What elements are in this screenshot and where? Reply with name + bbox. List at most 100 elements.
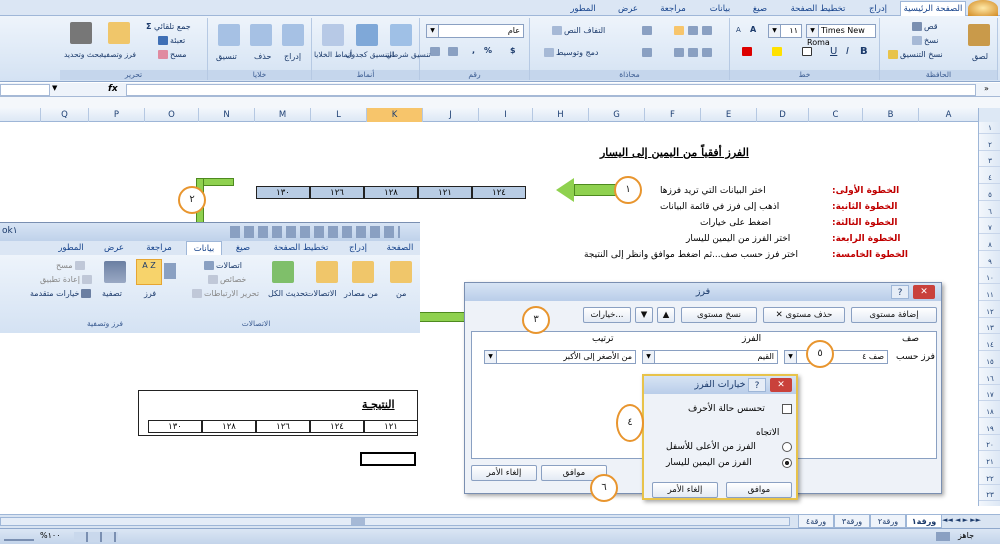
move-up-button[interactable]: ▲ bbox=[657, 307, 675, 323]
order-select[interactable]: ▼ من الأصغر إلى الأكبر bbox=[484, 350, 636, 364]
sort-button[interactable]: فرز bbox=[144, 289, 156, 298]
zoom-level[interactable]: %١٠٠ bbox=[40, 531, 61, 540]
inset-tab-insert[interactable]: إدراج bbox=[340, 241, 376, 255]
align-left-icon[interactable] bbox=[674, 48, 684, 57]
column-header-g[interactable]: G bbox=[588, 108, 644, 122]
tab-review[interactable]: مراجعة bbox=[650, 2, 696, 16]
insert-cells-icon[interactable] bbox=[282, 24, 304, 46]
align-center-icon[interactable] bbox=[688, 48, 698, 57]
sort-az-icon[interactable]: A Z bbox=[136, 259, 162, 285]
shrink-font-button[interactable]: A bbox=[736, 26, 741, 34]
inset-tab-formulas[interactable]: صيغ bbox=[226, 241, 260, 255]
row-header-18[interactable]: ١٨ bbox=[979, 406, 1000, 418]
column-header-a[interactable]: A bbox=[918, 108, 978, 122]
format-cells-icon[interactable] bbox=[218, 24, 240, 46]
reapply-button[interactable]: إعادة تطبيق bbox=[40, 275, 94, 284]
row-header-4[interactable]: ٤ bbox=[979, 172, 1000, 185]
row-header-5[interactable]: ٥ bbox=[979, 189, 1000, 201]
insert-button[interactable]: إدراج bbox=[284, 52, 301, 61]
row-header-11[interactable]: ١١ bbox=[979, 289, 1000, 301]
refresh-all-button[interactable]: تحديث الكل bbox=[268, 289, 307, 298]
from-button[interactable]: من bbox=[396, 289, 406, 298]
row-header-8[interactable]: ٨ bbox=[979, 239, 1000, 251]
row-header-17[interactable]: ١٧ bbox=[979, 389, 1000, 402]
row-header-19[interactable]: ١٩ bbox=[979, 423, 1000, 435]
italic-button[interactable]: I bbox=[846, 46, 849, 57]
decrease-decimal-icon[interactable] bbox=[430, 47, 440, 56]
sort-filter-icon[interactable] bbox=[108, 22, 130, 44]
scroll-thumb[interactable] bbox=[351, 518, 365, 525]
currency-button[interactable]: $ bbox=[510, 46, 516, 55]
inset-tab-view[interactable]: عرض bbox=[96, 241, 132, 255]
percent-button[interactable]: % bbox=[484, 46, 492, 55]
close-icon[interactable]: ✕ bbox=[770, 378, 792, 392]
row-header-10[interactable]: ١٠ bbox=[979, 272, 1000, 285]
clear-button[interactable]: مسح bbox=[156, 50, 187, 59]
font-name-select[interactable]: ▼ Times New Roma bbox=[806, 24, 876, 47]
macro-icon[interactable] bbox=[936, 532, 950, 541]
fx-label[interactable]: fx bbox=[108, 84, 118, 94]
underline-button[interactable]: U bbox=[830, 46, 837, 57]
row-header-16[interactable]: ١٦ bbox=[979, 373, 1000, 385]
other-sources-button[interactable]: من مصادر bbox=[344, 289, 378, 298]
options-ok-button[interactable]: موافق bbox=[726, 482, 792, 498]
sheet-tab-4[interactable]: ورقة٤ bbox=[798, 515, 834, 528]
from-access-icon[interactable] bbox=[390, 261, 412, 283]
column-header-l[interactable]: L bbox=[310, 108, 366, 122]
number-format-select[interactable]: ▼ عام bbox=[426, 24, 524, 38]
tab-formulas[interactable]: صيغ bbox=[744, 2, 776, 16]
properties-button[interactable]: خصائص bbox=[206, 275, 246, 284]
column-header-e[interactable]: E bbox=[700, 108, 756, 122]
add-level-button[interactable]: إضافة مستوى bbox=[851, 307, 937, 323]
font-color-icon[interactable] bbox=[742, 47, 752, 56]
close-icon[interactable]: ✕ bbox=[913, 285, 935, 299]
quick-access-toolbar[interactable] bbox=[230, 226, 400, 238]
row-header-1[interactable]: ١ bbox=[979, 122, 1000, 134]
row-header-7[interactable]: ٧ bbox=[979, 222, 1000, 235]
autosum-button[interactable]: Σ جمع تلقائي bbox=[146, 22, 191, 31]
tab-view[interactable]: عرض bbox=[610, 2, 646, 16]
conditional-format-icon[interactable] bbox=[322, 24, 344, 46]
inset-tab-page-layout[interactable]: تخطيط الصفحة bbox=[264, 241, 338, 255]
column-header-c[interactable]: C bbox=[808, 108, 862, 122]
help-icon[interactable]: ? bbox=[891, 285, 909, 299]
name-box[interactable] bbox=[126, 84, 976, 96]
options-button[interactable]: خيارات... bbox=[583, 307, 631, 323]
active-cell[interactable] bbox=[360, 452, 416, 466]
align-bottom-icon[interactable] bbox=[674, 26, 684, 35]
edit-links-button[interactable]: تحرير الارتباطات bbox=[190, 289, 259, 298]
row-header-23[interactable]: ٢٣ bbox=[979, 489, 1000, 502]
formula-input[interactable] bbox=[0, 84, 50, 96]
left-to-right-radio[interactable] bbox=[782, 458, 792, 468]
result-row-cell[interactable]: ١٢١ bbox=[364, 420, 418, 433]
help-icon[interactable]: ? bbox=[748, 378, 766, 392]
column-header-h[interactable]: H bbox=[532, 108, 588, 122]
comma-button[interactable]: , bbox=[472, 46, 475, 55]
fill-color-icon[interactable] bbox=[772, 47, 782, 56]
cell-styles-icon[interactable] bbox=[390, 24, 412, 46]
tab-page-layout[interactable]: تخطيط الصفحة bbox=[780, 2, 856, 16]
align-middle-icon[interactable] bbox=[688, 26, 698, 35]
align-right-icon[interactable] bbox=[702, 48, 712, 57]
data-row-cell[interactable]: ١٢١ bbox=[418, 186, 472, 199]
column-header-i[interactable]: I bbox=[478, 108, 532, 122]
column-header-m[interactable]: M bbox=[254, 108, 310, 122]
bold-button[interactable]: B bbox=[860, 46, 868, 57]
column-header-q[interactable]: Q bbox=[40, 108, 88, 122]
clear-filter-button[interactable]: مسح bbox=[56, 261, 87, 270]
orientation-icon[interactable] bbox=[642, 26, 652, 35]
sheet-tab-1[interactable]: ورقة١ bbox=[906, 515, 942, 528]
paste-icon[interactable] bbox=[968, 24, 990, 46]
sort-desc-icon[interactable] bbox=[164, 263, 176, 279]
sheet-tab-2[interactable]: ورقة٢ bbox=[870, 515, 906, 528]
grow-font-button[interactable]: A bbox=[750, 25, 756, 34]
column-header-n[interactable]: N bbox=[198, 108, 254, 122]
result-row-cell[interactable]: ١٢٤ bbox=[310, 420, 364, 433]
format-button[interactable]: تنسيق bbox=[216, 52, 237, 61]
sort-by-select[interactable]: ▼ صف ٤ bbox=[784, 350, 888, 364]
find-select-button[interactable]: بحث وتحديد bbox=[64, 50, 101, 59]
connections-button[interactable]: اتصالات bbox=[202, 261, 242, 270]
delete-level-button[interactable]: ✕ حذف مستوى bbox=[763, 307, 845, 323]
row-header-15[interactable]: ١٥ bbox=[979, 356, 1000, 368]
tab-insert[interactable]: إدراج bbox=[860, 2, 896, 16]
